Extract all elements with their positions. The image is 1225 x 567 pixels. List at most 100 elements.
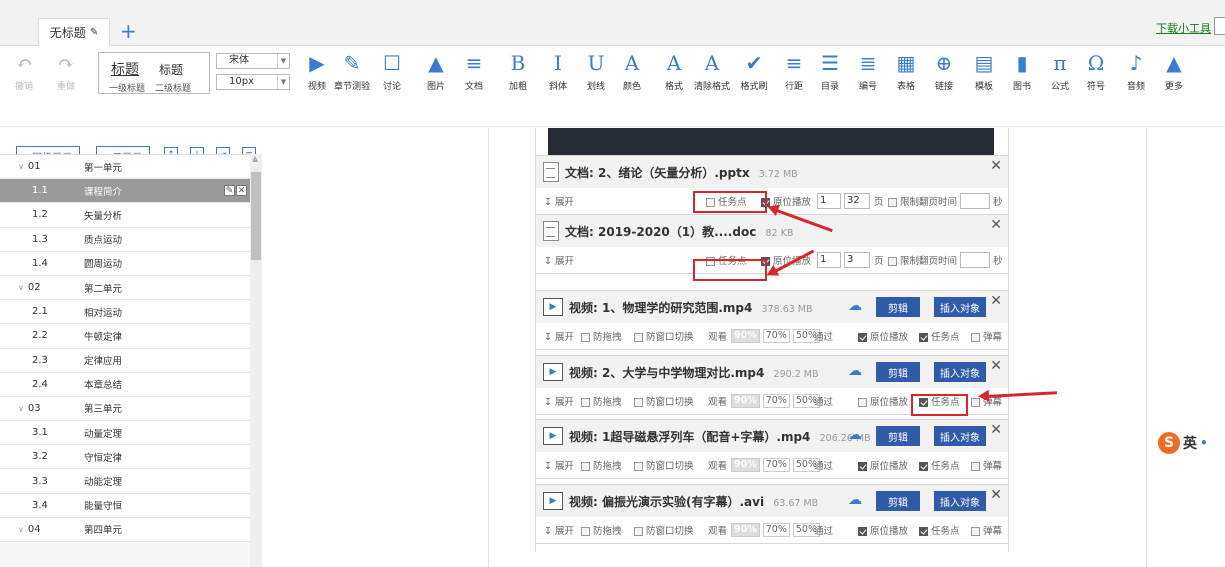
- anti-drag-checkbox[interactable]: 防拖拽: [581, 458, 622, 472]
- task-point-checkbox[interactable]: 任务点: [919, 329, 960, 343]
- insert-object-button[interactable]: 插入对象: [934, 362, 986, 382]
- task-point-checkbox[interactable]: 任务点: [919, 523, 960, 537]
- percent-option[interactable]: 70%: [762, 523, 790, 537]
- close-icon[interactable]: ✕: [990, 293, 1002, 309]
- delete-icon[interactable]: ✕: [236, 185, 247, 197]
- chevron-down-icon[interactable]: ∨: [18, 162, 24, 171]
- percent-option[interactable]: 90%: [731, 523, 760, 537]
- anti-switch-checkbox[interactable]: 防窗口切换: [634, 523, 694, 537]
- popup-checkbox[interactable]: 弹幕: [971, 329, 1002, 343]
- outline-item[interactable]: 3.2 守恒定律: [0, 445, 250, 470]
- template-button[interactable]: ▤ 模板: [964, 50, 1004, 92]
- close-icon[interactable]: ✕: [990, 358, 1002, 374]
- symbol-button[interactable]: Ω 符号: [1076, 50, 1116, 92]
- clear-format-button[interactable]: A 清除格式: [692, 50, 732, 92]
- original-play-checkbox[interactable]: 原位播放: [858, 394, 908, 408]
- close-icon[interactable]: ✕: [990, 158, 1002, 174]
- original-play-checkbox[interactable]: 原位播放: [858, 458, 908, 472]
- expand-toggle[interactable]: ↧ 展开: [544, 523, 574, 537]
- link-button[interactable]: ⊕ 链接: [924, 50, 964, 92]
- document-button[interactable]: ≡ 文档: [454, 50, 494, 92]
- clip-button[interactable]: 剪辑: [876, 426, 920, 446]
- popup-checkbox[interactable]: 弹幕: [971, 458, 1002, 472]
- undo-button[interactable]: ↶ 撤销: [4, 50, 44, 92]
- outline-unit[interactable]: ∨ 03 第三单元: [0, 396, 250, 422]
- page-to-input[interactable]: 3: [844, 252, 870, 268]
- page-to-input[interactable]: 32: [844, 193, 870, 209]
- limit-time-input[interactable]: [960, 193, 990, 209]
- quiz-button[interactable]: ✎ 章节测验: [332, 50, 372, 92]
- italic-button[interactable]: I 斜体: [538, 50, 578, 92]
- expand-toggle[interactable]: ↧ 展开: [544, 329, 574, 343]
- close-icon[interactable]: ✕: [990, 217, 1002, 233]
- expand-toggle[interactable]: ↧ 展开: [544, 253, 574, 267]
- percent-option[interactable]: 90%: [731, 458, 760, 472]
- bold-button[interactable]: B 加粗: [498, 50, 538, 92]
- input-method-indicator[interactable]: S 英 •: [1158, 432, 1208, 454]
- tab-untitled[interactable]: 无标题 ✎: [38, 18, 110, 46]
- anti-switch-checkbox[interactable]: 防窗口切换: [634, 329, 694, 343]
- insert-object-button[interactable]: 插入对象: [934, 426, 986, 446]
- outline-unit[interactable]: ∨ 01 第一单元: [0, 155, 250, 180]
- numbering-button[interactable]: ≣ 编号: [848, 50, 888, 92]
- percent-option[interactable]: 70%: [762, 329, 790, 343]
- limit-time-checkbox[interactable]: 限制翻页时间: [888, 194, 957, 208]
- outline-item[interactable]: 2.1 相对运动: [0, 300, 250, 325]
- font-family-select[interactable]: 宋体 ▼: [216, 53, 290, 69]
- percent-option[interactable]: 70%: [762, 458, 790, 472]
- percent-option[interactable]: 70%: [762, 394, 790, 408]
- expand-toggle[interactable]: ↧ 展开: [544, 394, 574, 408]
- cloud-icon[interactable]: ☁: [848, 363, 862, 379]
- redo-button[interactable]: ↷ 重做: [46, 50, 86, 92]
- outline-item[interactable]: 1.1 课程简介 ✎ ✕: [0, 179, 250, 204]
- expand-toggle[interactable]: ↧ 展开: [544, 458, 574, 472]
- page-from-input[interactable]: 1: [817, 252, 841, 268]
- add-tab-button[interactable]: +: [120, 20, 137, 42]
- outline-item[interactable]: 2.2 牛顿定律: [0, 324, 250, 349]
- outline-item[interactable]: 3.1 动量定理: [0, 421, 250, 446]
- anti-drag-checkbox[interactable]: 防拖拽: [581, 394, 622, 408]
- formula-button[interactable]: π 公式: [1040, 50, 1080, 92]
- download-tool-link[interactable]: 下载小工具: [1156, 20, 1211, 36]
- toc-button[interactable]: ☰ 目录: [810, 50, 850, 92]
- outline-item[interactable]: 1.2 矢量分析: [0, 203, 250, 228]
- outline-item[interactable]: 1.4 圆周运动: [0, 251, 250, 276]
- percent-option[interactable]: 90%: [731, 329, 760, 343]
- anti-drag-checkbox[interactable]: 防拖拽: [581, 523, 622, 537]
- outline-scrollbar[interactable]: ▲: [250, 154, 262, 567]
- scrollbar-thumb[interactable]: [251, 172, 261, 260]
- outline-item[interactable]: 2.4 本章总结: [0, 372, 250, 397]
- limit-time-input[interactable]: [960, 252, 990, 268]
- table-button[interactable]: ▦ 表格: [886, 50, 926, 92]
- outline-item[interactable]: 3.3 动能定理: [0, 469, 250, 494]
- original-play-checkbox[interactable]: 原位播放: [858, 329, 908, 343]
- book-button[interactable]: ▮ 图书: [1002, 50, 1042, 92]
- outline-unit[interactable]: ∨ 04 第四单元: [0, 517, 250, 542]
- original-play-checkbox[interactable]: 原位播放: [858, 523, 908, 537]
- image-button[interactable]: ▲ 图片: [416, 50, 456, 92]
- download-tool-box[interactable]: [1214, 17, 1225, 35]
- audio-button[interactable]: ♪ 音频: [1116, 50, 1156, 92]
- more-button[interactable]: ▲ 更多: [1154, 50, 1194, 92]
- chevron-down-icon[interactable]: ∨: [18, 283, 24, 292]
- underline-button[interactable]: U 划线: [576, 50, 616, 92]
- outline-item[interactable]: 2.3 定律应用: [0, 348, 250, 373]
- percent-option[interactable]: 90%: [731, 394, 760, 408]
- outline-item[interactable]: 1.3 质点运动: [0, 227, 250, 252]
- task-point-checkbox[interactable]: 任务点: [919, 458, 960, 472]
- limit-time-checkbox[interactable]: 限制翻页时间: [888, 253, 957, 267]
- cloud-icon[interactable]: ☁: [848, 427, 862, 443]
- close-icon[interactable]: ✕: [990, 487, 1002, 503]
- insert-object-button[interactable]: 插入对象: [934, 297, 986, 317]
- format-brush-button[interactable]: ✔ 格式刷: [734, 50, 774, 92]
- clip-button[interactable]: 剪辑: [876, 297, 920, 317]
- cloud-icon[interactable]: ☁: [848, 298, 862, 314]
- anti-switch-checkbox[interactable]: 防窗口切换: [634, 458, 694, 472]
- heading-level1-preview[interactable]: 标题: [111, 59, 139, 79]
- scroll-up-icon[interactable]: ▲: [252, 154, 258, 163]
- chevron-down-icon[interactable]: ∨: [18, 404, 24, 413]
- close-icon[interactable]: ✕: [990, 422, 1002, 438]
- chevron-down-icon[interactable]: ∨: [18, 525, 24, 534]
- anti-switch-checkbox[interactable]: 防窗口切换: [634, 394, 694, 408]
- discuss-button[interactable]: ☐ 讨论: [372, 50, 412, 92]
